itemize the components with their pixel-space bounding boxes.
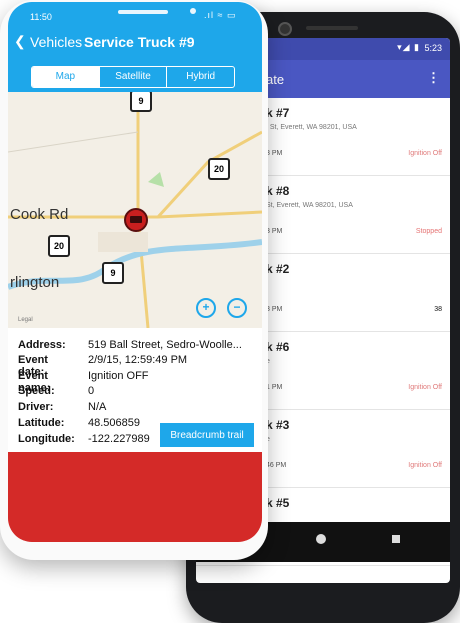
vehicle-address: t St, Everett, WA 98201, USA (266, 124, 357, 131)
page-title: Service Truck #9 (84, 34, 195, 50)
map-label: rlington (10, 274, 60, 291)
vehicle-time: 3 PM (266, 306, 283, 313)
legal-link[interactable]: Legal (18, 317, 33, 323)
vehicle-status: 38 (434, 306, 442, 313)
detail-value: 2/9/15, 12:59:49 PM (88, 354, 188, 366)
route-shield: 20 (48, 235, 70, 257)
vehicle-marker-icon[interactable] (124, 208, 148, 232)
chevron-left-icon[interactable]: ❮ (14, 33, 26, 50)
status-time: 5:23 (424, 43, 442, 53)
detail-label: Address: (18, 339, 66, 351)
vehicle-name: k #3 (266, 418, 290, 432)
overflow-menu-icon[interactable]: ⋮ (427, 70, 440, 86)
app-title: ate (266, 72, 285, 87)
vehicle-time: 1 PM (266, 384, 283, 391)
zoom-out-icon[interactable]: − (227, 298, 247, 318)
detail-value: -122.227989 (88, 433, 150, 445)
vehicle-status: Ignition Off (408, 462, 442, 469)
vehicle-status: Stopped (415, 228, 442, 235)
detail-value: 519 Ball Street, Sedro-Woolle... (88, 339, 242, 351)
detail-value: 48.506859 (88, 417, 140, 429)
iphone-screen: 11:50 .ıl ≈ ▭ ❮ Vehicles Service Truck #… (8, 2, 262, 542)
home-button[interactable] (316, 534, 326, 544)
detail-label: Longitude: (18, 433, 75, 445)
bottom-bar (8, 452, 262, 542)
detail-value: Ignition OFF (88, 370, 149, 382)
route-shield: 20 (208, 158, 230, 180)
detail-label: Latitude: (18, 417, 65, 429)
vehicle-time: 3 PM (266, 150, 283, 157)
vehicle-name: k #6 (266, 340, 290, 354)
route-shield: 9 (130, 92, 152, 112)
vehicle-time: 3 PM (266, 228, 283, 235)
speaker-grill (306, 26, 358, 30)
ios-nav-bar: 11:50 .ıl ≈ ▭ ❮ Vehicles Service Truck #… (8, 2, 262, 92)
recents-button[interactable] (392, 535, 400, 543)
route-shield: 9 (102, 262, 124, 284)
front-camera (278, 22, 292, 36)
vehicle-address: St, Everett, WA 98201, USA (266, 202, 353, 209)
zoom-in-icon[interactable]: + (196, 298, 216, 318)
status-time: 11:50 (30, 12, 52, 22)
detail-label: Driver: (18, 401, 54, 413)
detail-label: Speed: (18, 385, 55, 397)
front-camera-dot (190, 8, 196, 14)
segment-hybrid[interactable]: Hybrid (166, 67, 234, 87)
back-button[interactable]: Vehicles (30, 34, 82, 50)
map-type-segmented-control: Map Satellite Hybrid (31, 66, 235, 88)
status-icons: .ıl ≈ ▭ (204, 10, 237, 20)
vehicle-status: Ignition Off (408, 150, 442, 157)
segment-map[interactable]: Map (32, 67, 99, 87)
detail-value: 0 (88, 385, 95, 397)
breadcrumb-trail-button[interactable]: Breadcrumb trail (160, 423, 254, 447)
segment-satellite[interactable]: Satellite (98, 67, 167, 87)
notch (118, 10, 168, 14)
vehicle-name: k #7 (266, 106, 290, 120)
vehicle-time: 46 PM (266, 462, 287, 469)
iphone: 11:50 .ıl ≈ ▭ ❮ Vehicles Service Truck #… (0, 0, 268, 560)
map-view[interactable]: Cook Rd rlington 9 20 20 9 + − Legal (8, 92, 262, 328)
vehicle-status: Ignition Off (408, 384, 442, 391)
vehicle-name: k #5 (266, 496, 290, 510)
vehicle-name: k #8 (266, 184, 290, 198)
detail-value: N/A (88, 401, 107, 413)
map-label: Cook Rd (10, 206, 69, 223)
vehicle-name: k #2 (266, 262, 290, 276)
status-icons: ▾◢ ▮ (397, 42, 420, 52)
